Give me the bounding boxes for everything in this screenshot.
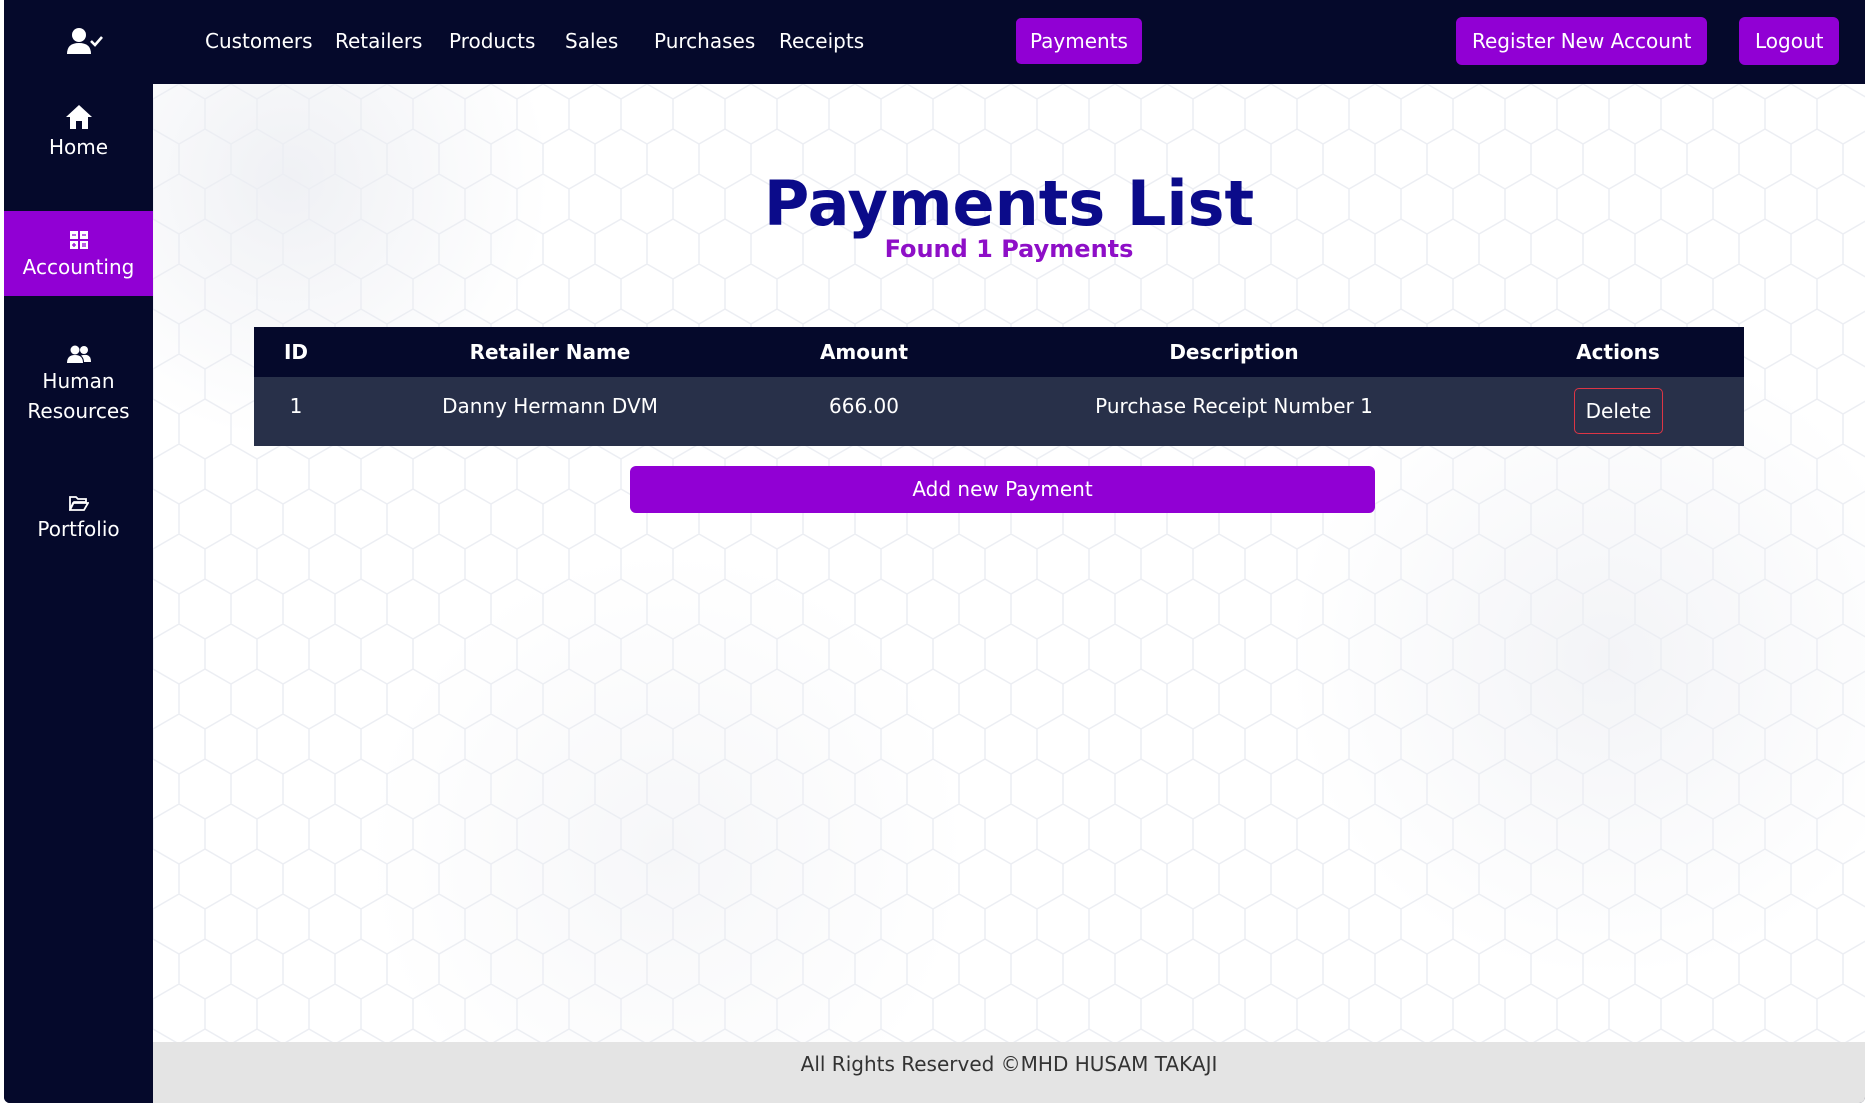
page-title: Payments List: [763, 167, 1255, 240]
cell-description: Purchase Receipt Number 1: [1095, 394, 1373, 418]
folder-open-icon: [68, 496, 89, 511]
main-content: Payments List Found 1 Payments ID Retail…: [153, 84, 1865, 1042]
top-navbar: Customers Retailers Products Sales Purch…: [153, 0, 1865, 84]
column-header-amount: Amount: [819, 340, 909, 364]
nav-link-payments[interactable]: Payments: [1016, 18, 1142, 64]
add-new-payment-button[interactable]: Add new Payment: [630, 466, 1375, 513]
footer: All Rights Reserved ©MHD HUSAM TAKAJI: [153, 1042, 1865, 1103]
sidebar-item-accounting[interactable]: Accounting: [4, 211, 153, 296]
logout-button[interactable]: Logout: [1739, 17, 1840, 65]
user-check-icon[interactable]: [67, 26, 103, 56]
nav-link-receipts[interactable]: Receipts: [765, 18, 878, 64]
copyright-text: All Rights Reserved ©MHD HUSAM TAKAJI: [800, 1052, 1218, 1076]
sidebar-item-label: Human: [42, 369, 115, 393]
nav-link-purchases[interactable]: Purchases: [640, 18, 769, 64]
sidebar-item-home[interactable]: Home: [4, 104, 153, 174]
sidebar-item-human-resources[interactable]: Human Resources: [4, 344, 153, 434]
column-header-description: Description: [1169, 340, 1299, 364]
register-new-account-button[interactable]: Register New Account: [1456, 17, 1708, 65]
sidebar: Home Accounting Human Resources Portfoli…: [4, 0, 153, 1103]
calculator-icon: [69, 231, 88, 249]
delete-button[interactable]: Delete: [1574, 388, 1663, 434]
sidebar-item-label: Portfolio: [37, 517, 120, 541]
payments-table: ID Retailer Name Amount Description Acti…: [254, 327, 1744, 446]
nav-link-retailers[interactable]: Retailers: [321, 18, 436, 64]
cell-amount: 666.00: [829, 394, 899, 418]
cell-id: 1: [289, 394, 303, 418]
cell-retailer-name: Danny Hermann DVM: [442, 394, 658, 418]
results-count: Found 1 Payments: [884, 235, 1134, 263]
users-icon: [66, 345, 91, 363]
sidebar-item-portfolio[interactable]: Portfolio: [4, 494, 153, 560]
nav-link-customers[interactable]: Customers: [191, 18, 327, 64]
home-icon: [65, 105, 92, 129]
sidebar-item-label: Home: [48, 135, 109, 159]
sidebar-item-label: Accounting: [22, 255, 135, 279]
column-header-retailer-name: Retailer Name: [469, 340, 631, 364]
sidebar-item-label: Resources: [27, 399, 130, 423]
column-header-id: ID: [283, 340, 309, 364]
nav-link-products[interactable]: Products: [435, 18, 549, 64]
app-frame: Home Accounting Human Resources Portfoli…: [4, 0, 1865, 1103]
table-header: ID Retailer Name Amount Description Acti…: [254, 327, 1744, 377]
column-header-actions: Actions: [1576, 340, 1660, 364]
nav-link-sales[interactable]: Sales: [551, 18, 632, 64]
